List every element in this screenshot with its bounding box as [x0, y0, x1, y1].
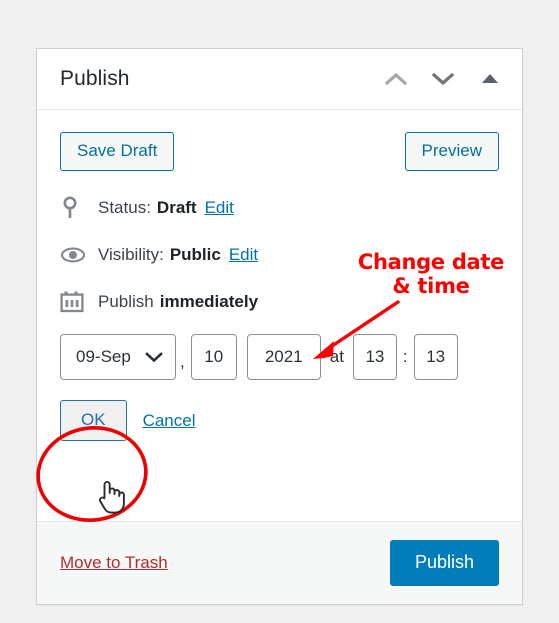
header-controls	[382, 65, 504, 93]
visibility-text: Visibility: Public	[98, 245, 221, 265]
schedule-confirm-row: OK Cancel	[60, 400, 499, 442]
status-text: Status: Draft	[98, 198, 197, 218]
status-value: Draft	[156, 198, 197, 218]
page-title: Publish	[60, 67, 130, 90]
minute-input[interactable]: 13	[413, 334, 458, 381]
schedule-label: Publish	[98, 292, 154, 312]
schedule-value: immediately	[159, 292, 259, 312]
cancel-link[interactable]: Cancel	[143, 411, 196, 431]
month-select[interactable]: 09-Sep	[60, 334, 176, 381]
publish-button[interactable]: Publish	[389, 540, 499, 586]
year-input[interactable]: 2021	[246, 334, 321, 381]
schedule-text: Publish immediately	[98, 292, 258, 312]
visibility-row: Visibility: Public Edit	[60, 245, 499, 265]
ok-button[interactable]: OK	[60, 400, 127, 442]
major-actions-row: Save Draft Preview	[60, 132, 499, 172]
pin-icon	[60, 196, 86, 220]
visibility-edit-link[interactable]: Edit	[229, 245, 258, 265]
status-row: Status: Draft Edit	[60, 196, 499, 220]
publish-metabox: Publish Save Draft Preview Status: Draft…	[36, 48, 523, 605]
at-separator: at	[329, 347, 344, 367]
calendar-icon	[60, 290, 86, 314]
panel-body: Save Draft Preview Status: Draft Edit Vi…	[37, 110, 522, 442]
hour-input[interactable]: 13	[352, 334, 397, 381]
triangle-up-icon[interactable]	[476, 65, 504, 93]
preview-button[interactable]: Preview	[404, 132, 499, 172]
schedule-row: Publish immediately	[60, 290, 499, 314]
status-edit-link[interactable]: Edit	[205, 198, 234, 218]
chevron-down-icon	[145, 352, 163, 363]
month-select-value: 09-Sep	[76, 347, 131, 367]
date-comma-separator: ,	[180, 352, 185, 372]
chevron-down-icon[interactable]	[429, 65, 457, 93]
screenshot-root: Publish Save Draft Preview Status: Draft…	[0, 0, 559, 623]
eye-icon	[60, 246, 86, 264]
move-to-trash-link[interactable]: Move to Trash	[60, 553, 168, 573]
visibility-label: Visibility:	[98, 245, 164, 265]
visibility-value: Public	[169, 245, 221, 265]
status-label: Status:	[98, 198, 151, 218]
time-colon-separator: :	[402, 347, 408, 367]
chevron-up-icon[interactable]	[382, 65, 410, 93]
panel-header: Publish	[37, 49, 522, 110]
save-draft-button[interactable]: Save Draft	[60, 132, 175, 172]
panel-footer: Move to Trash Publish	[37, 521, 522, 604]
day-input[interactable]: 10	[190, 334, 237, 381]
date-time-fields: 09-Sep , 10 2021 at 13 : 13	[60, 334, 499, 381]
